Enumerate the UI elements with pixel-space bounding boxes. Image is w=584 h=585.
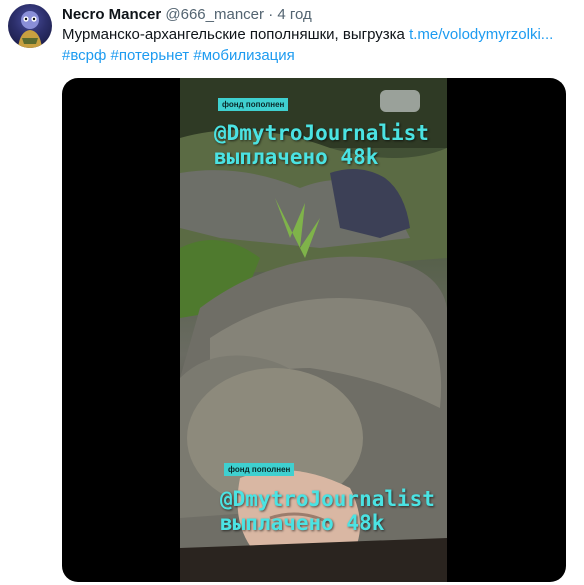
- video-frame: фонд пополнен @DmytroJournalist выплачен…: [180, 78, 447, 582]
- watermark-paid-top: выплачено 48k: [214, 145, 379, 169]
- separator: ·: [268, 6, 274, 23]
- avatar[interactable]: [8, 4, 52, 48]
- watermark-handle-bottom: @DmytroJournalist: [220, 487, 435, 511]
- watermark-badge-bottom: фонд пополнен: [224, 463, 295, 476]
- watermark-handle-top: @DmytroJournalist: [214, 121, 429, 145]
- avatar-image: [18, 11, 42, 48]
- tweet-text: Мурманско-архангельские пополняшки, выгр…: [62, 25, 577, 45]
- hashtags: #всрф #потерьнет #мобилизация: [62, 46, 295, 66]
- tweet-header: Necro Mancer @666_mancer · 4 год: [62, 5, 312, 25]
- watermark-badge-top: фонд пополнен: [218, 98, 289, 111]
- hashtag-vsrf[interactable]: #всрф: [62, 47, 106, 64]
- tweet-link[interactable]: t.me/volodymyrzolki...: [409, 26, 553, 43]
- author-name[interactable]: Necro Mancer: [62, 6, 161, 23]
- watermark-paid-bottom: выплачено 48k: [220, 511, 385, 535]
- tweet-text-main: Мурманско-архангельские пополняшки, выгр…: [62, 26, 410, 43]
- tweet-time[interactable]: 4 год: [277, 6, 311, 23]
- author-handle[interactable]: @666_mancer: [165, 6, 264, 23]
- hashtag-mobilizatsiya[interactable]: #мобилизация: [193, 47, 294, 64]
- hashtag-poteri-net[interactable]: #потерьнет: [111, 47, 190, 64]
- video-player[interactable]: фонд пополнен @DmytroJournalist выплачен…: [62, 78, 566, 582]
